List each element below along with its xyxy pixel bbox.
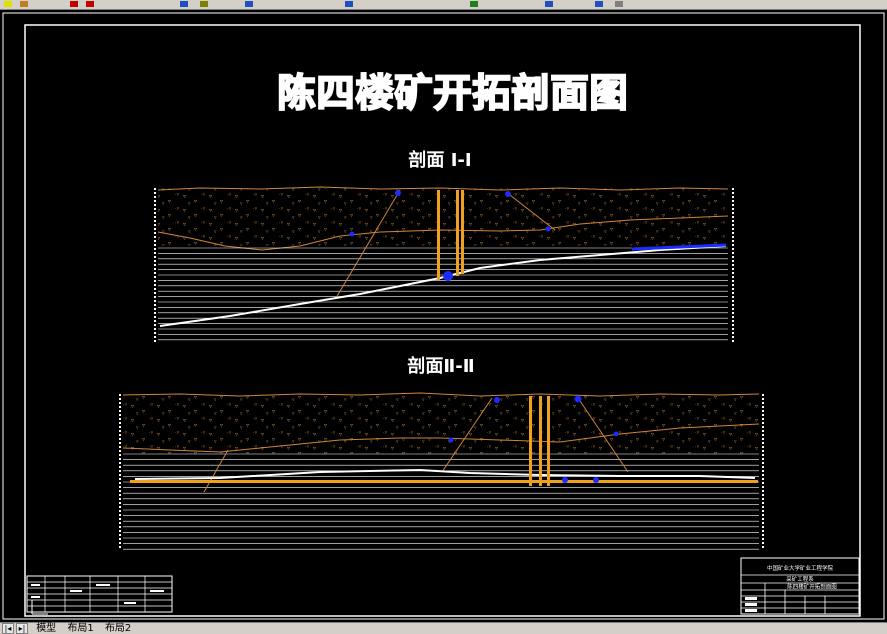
section1-shaft-3 bbox=[461, 190, 464, 274]
tab-model[interactable]: 模型 bbox=[33, 623, 59, 634]
cad-drawing[interactable]: ▿ ▿ ·▿ ▿ 陈四楼矿开拓剖面图 剖面 Ⅰ-Ⅰ 剖面Ⅱ-Ⅱ bbox=[0, 10, 887, 622]
section1-marker-2 bbox=[505, 191, 511, 197]
section1-marker-3 bbox=[349, 231, 355, 237]
section2-marker-3 bbox=[448, 437, 454, 443]
section1-marker-4 bbox=[545, 226, 551, 232]
calculator-icon[interactable] bbox=[615, 1, 623, 7]
properties-icon[interactable] bbox=[245, 1, 253, 7]
section2-coal-seam bbox=[134, 468, 756, 480]
design-center-icon[interactable] bbox=[345, 1, 353, 7]
redo-icon[interactable] bbox=[86, 1, 94, 7]
section2-label: 剖面Ⅱ-Ⅱ bbox=[407, 355, 474, 377]
tab-layout2[interactable]: 布局2 bbox=[102, 623, 134, 634]
section1-shaft-bottom bbox=[443, 271, 453, 281]
undo-icon[interactable] bbox=[70, 1, 78, 7]
section2-shaft-1 bbox=[529, 396, 532, 486]
layout-tab-bar: |◂ ▸| 模型 布局1 布局2 bbox=[0, 622, 887, 634]
section1-label: 剖面 Ⅰ-Ⅰ bbox=[408, 149, 471, 171]
zoom-icon[interactable] bbox=[200, 1, 208, 7]
next-tab-arrow-icon[interactable]: ▸| bbox=[16, 623, 28, 634]
section1-profile bbox=[154, 186, 734, 342]
section2-marker-1 bbox=[494, 397, 500, 403]
section1-shaft-2 bbox=[456, 190, 459, 276]
markup-icon[interactable] bbox=[595, 1, 603, 7]
section2-marker-6 bbox=[593, 477, 599, 483]
section2-strata bbox=[123, 453, 759, 550]
section2-marker-5 bbox=[562, 477, 568, 483]
section2-marker-2 bbox=[574, 395, 582, 403]
drawing-title: 陈四楼矿开拓剖面图 bbox=[277, 71, 628, 115]
tab-layout1[interactable]: 布局1 bbox=[64, 623, 96, 634]
revision-table bbox=[26, 575, 173, 613]
new-file-icon[interactable] bbox=[4, 1, 12, 7]
sheet-set-icon[interactable] bbox=[545, 1, 553, 7]
pan-icon[interactable] bbox=[180, 1, 188, 7]
drawing-canvas[interactable]: ▿ ▿ ·▿ ▿ 陈四楼矿开拓剖面图 剖面 Ⅰ-Ⅰ 剖面Ⅱ-Ⅱ bbox=[0, 10, 887, 622]
section2-topsoil bbox=[123, 394, 759, 454]
section1-shaft-1 bbox=[437, 190, 440, 280]
toolbar bbox=[0, 0, 887, 10]
tool-palette-icon[interactable] bbox=[470, 1, 478, 7]
title-block: 中国矿业大学矿业工程学院 采矿工程系 陈四楼矿开拓剖面图 bbox=[740, 557, 860, 615]
section1-marker-1 bbox=[395, 190, 401, 196]
section1-strata bbox=[158, 247, 728, 341]
section2-marker-4 bbox=[613, 431, 619, 437]
section2-shaft-2 bbox=[539, 396, 542, 486]
section2-shaft-3 bbox=[547, 396, 550, 486]
title-block-department: 采矿工程系 bbox=[786, 575, 814, 583]
first-tab-arrow-icon[interactable]: |◂ bbox=[2, 623, 14, 634]
section2-profile bbox=[119, 392, 764, 550]
title-block-school: 中国矿业大学矿业工程学院 bbox=[767, 564, 834, 572]
title-block-drawing-name: 陈四楼矿开拓剖面图 bbox=[787, 583, 837, 591]
section2-main-roadway bbox=[130, 480, 758, 483]
open-file-icon[interactable] bbox=[20, 1, 28, 7]
section1-topsoil bbox=[158, 188, 728, 246]
